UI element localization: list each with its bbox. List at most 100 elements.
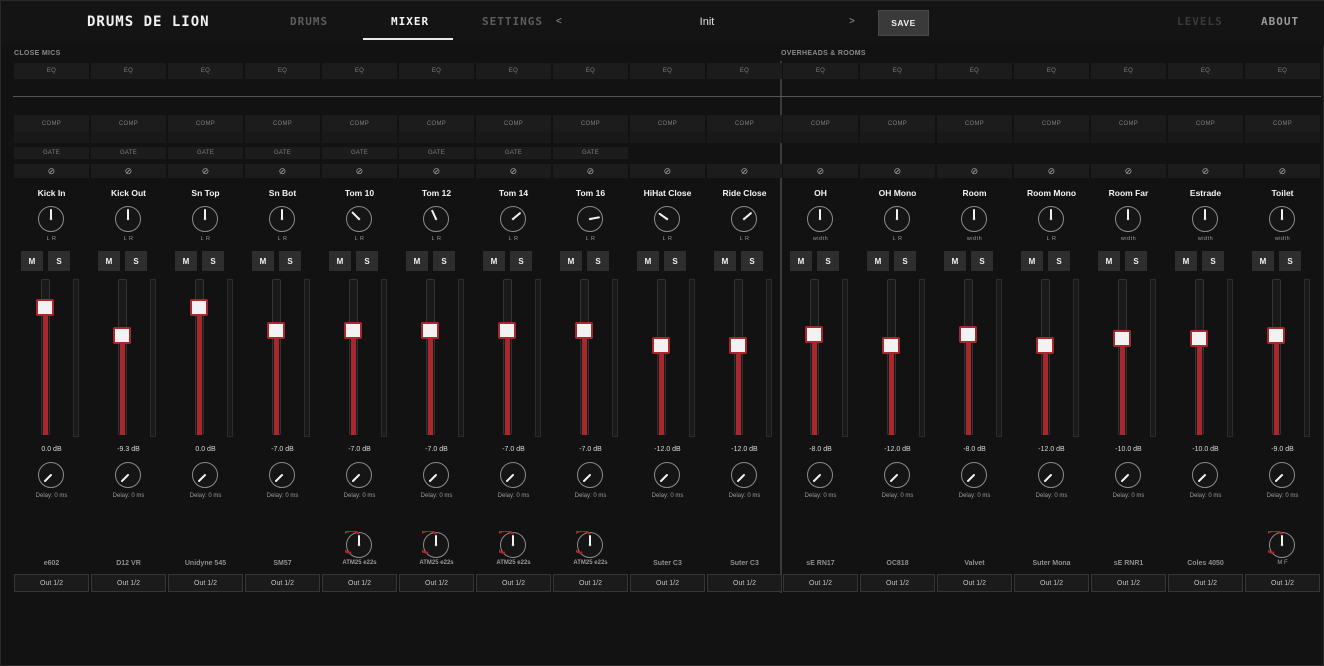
mute-button[interactable]: M bbox=[329, 251, 351, 271]
eq-button[interactable]: EQ bbox=[1014, 63, 1089, 79]
solo-button[interactable]: S bbox=[279, 251, 301, 271]
phase-invert-icon[interactable]: ⊘ bbox=[937, 164, 1012, 178]
comp-button[interactable]: COMP bbox=[630, 115, 705, 132]
mute-button[interactable]: M bbox=[790, 251, 812, 271]
output-select[interactable]: Out 1/2 bbox=[783, 574, 858, 592]
delay-knob[interactable] bbox=[499, 461, 527, 489]
mute-button[interactable]: M bbox=[252, 251, 274, 271]
pan-knob[interactable] bbox=[1114, 205, 1142, 233]
delay-knob[interactable] bbox=[345, 461, 373, 489]
mute-button[interactable]: M bbox=[637, 251, 659, 271]
bleed-knob[interactable] bbox=[416, 529, 450, 559]
comp-button[interactable]: COMP bbox=[14, 115, 89, 132]
gate-button[interactable]: GATE bbox=[91, 147, 166, 159]
output-select[interactable]: Out 1/2 bbox=[1168, 574, 1243, 592]
gate-button[interactable]: GATE bbox=[553, 147, 628, 159]
delay-knob[interactable] bbox=[191, 461, 219, 489]
solo-button[interactable]: S bbox=[741, 251, 763, 271]
delay-knob[interactable] bbox=[114, 461, 142, 489]
eq-button[interactable]: EQ bbox=[937, 63, 1012, 79]
mute-button[interactable]: M bbox=[21, 251, 43, 271]
fader-handle[interactable] bbox=[1036, 336, 1054, 354]
tab-settings[interactable]: SETTINGS bbox=[482, 15, 543, 28]
fader-handle[interactable] bbox=[344, 322, 362, 340]
eq-button[interactable]: EQ bbox=[1091, 63, 1166, 79]
output-select[interactable]: Out 1/2 bbox=[399, 574, 474, 592]
delay-knob[interactable] bbox=[37, 461, 65, 489]
fader-handle[interactable] bbox=[113, 327, 131, 345]
delay-knob[interactable] bbox=[576, 461, 604, 489]
mute-button[interactable]: M bbox=[867, 251, 889, 271]
fader-handle[interactable] bbox=[882, 336, 900, 354]
delay-knob[interactable] bbox=[653, 461, 681, 489]
bleed-knob[interactable] bbox=[570, 529, 604, 559]
pan-knob[interactable] bbox=[268, 205, 296, 233]
output-select[interactable]: Out 1/2 bbox=[1014, 574, 1089, 592]
gate-button[interactable]: GATE bbox=[168, 147, 243, 159]
comp-button[interactable]: COMP bbox=[322, 115, 397, 132]
output-select[interactable]: Out 1/2 bbox=[322, 574, 397, 592]
pan-knob[interactable] bbox=[806, 205, 834, 233]
gate-button[interactable]: GATE bbox=[14, 147, 89, 159]
output-select[interactable]: Out 1/2 bbox=[1091, 574, 1166, 592]
delay-knob[interactable] bbox=[268, 461, 296, 489]
tab-drums[interactable]: DRUMS bbox=[290, 15, 328, 28]
fader-handle[interactable] bbox=[421, 322, 439, 340]
output-select[interactable]: Out 1/2 bbox=[630, 574, 705, 592]
output-select[interactable]: Out 1/2 bbox=[245, 574, 320, 592]
fader-handle[interactable] bbox=[959, 325, 977, 343]
phase-invert-icon[interactable]: ⊘ bbox=[14, 164, 89, 178]
fader-handle[interactable] bbox=[805, 325, 823, 343]
pan-knob[interactable] bbox=[1037, 205, 1065, 233]
phase-invert-icon[interactable]: ⊘ bbox=[91, 164, 166, 178]
solo-button[interactable]: S bbox=[510, 251, 532, 271]
eq-button[interactable]: EQ bbox=[168, 63, 243, 79]
eq-button[interactable]: EQ bbox=[14, 63, 89, 79]
tab-about[interactable]: ABOUT bbox=[1261, 15, 1299, 28]
fader-handle[interactable] bbox=[267, 322, 285, 340]
comp-button[interactable]: COMP bbox=[860, 115, 935, 132]
gate-button[interactable]: GATE bbox=[476, 147, 551, 159]
delay-knob[interactable] bbox=[1191, 461, 1219, 489]
comp-button[interactable]: COMP bbox=[399, 115, 474, 132]
eq-button[interactable]: EQ bbox=[1168, 63, 1243, 79]
pan-knob[interactable] bbox=[499, 205, 527, 233]
comp-button[interactable]: COMP bbox=[553, 115, 628, 132]
solo-button[interactable]: S bbox=[356, 251, 378, 271]
solo-button[interactable]: S bbox=[48, 251, 70, 271]
phase-invert-icon[interactable]: ⊘ bbox=[860, 164, 935, 178]
phase-invert-icon[interactable]: ⊘ bbox=[322, 164, 397, 178]
solo-button[interactable]: S bbox=[1048, 251, 1070, 271]
pan-knob[interactable] bbox=[576, 205, 604, 233]
mute-button[interactable]: M bbox=[944, 251, 966, 271]
eq-button[interactable]: EQ bbox=[322, 63, 397, 79]
eq-button[interactable]: EQ bbox=[91, 63, 166, 79]
fader-handle[interactable] bbox=[1267, 327, 1285, 345]
output-select[interactable]: Out 1/2 bbox=[553, 574, 628, 592]
phase-invert-icon[interactable]: ⊘ bbox=[630, 164, 705, 178]
output-select[interactable]: Out 1/2 bbox=[91, 574, 166, 592]
solo-button[interactable]: S bbox=[664, 251, 686, 271]
mute-button[interactable]: M bbox=[98, 251, 120, 271]
pan-knob[interactable] bbox=[345, 205, 373, 233]
pan-knob[interactable] bbox=[960, 205, 988, 233]
eq-button[interactable]: EQ bbox=[783, 63, 858, 79]
pan-knob[interactable] bbox=[114, 205, 142, 233]
comp-button[interactable]: COMP bbox=[1168, 115, 1243, 132]
comp-button[interactable]: COMP bbox=[783, 115, 858, 132]
fader-handle[interactable] bbox=[1190, 330, 1208, 348]
delay-knob[interactable] bbox=[1114, 461, 1142, 489]
fader-handle[interactable] bbox=[575, 322, 593, 340]
mute-button[interactable]: M bbox=[1098, 251, 1120, 271]
phase-invert-icon[interactable]: ⊘ bbox=[1245, 164, 1320, 178]
eq-button[interactable]: EQ bbox=[399, 63, 474, 79]
eq-button[interactable]: EQ bbox=[707, 63, 782, 79]
solo-button[interactable]: S bbox=[894, 251, 916, 271]
solo-button[interactable]: S bbox=[433, 251, 455, 271]
eq-button[interactable]: EQ bbox=[860, 63, 935, 79]
solo-button[interactable]: S bbox=[1202, 251, 1224, 271]
mute-button[interactable]: M bbox=[1175, 251, 1197, 271]
mute-button[interactable]: M bbox=[560, 251, 582, 271]
pan-knob[interactable] bbox=[191, 205, 219, 233]
phase-invert-icon[interactable]: ⊘ bbox=[245, 164, 320, 178]
